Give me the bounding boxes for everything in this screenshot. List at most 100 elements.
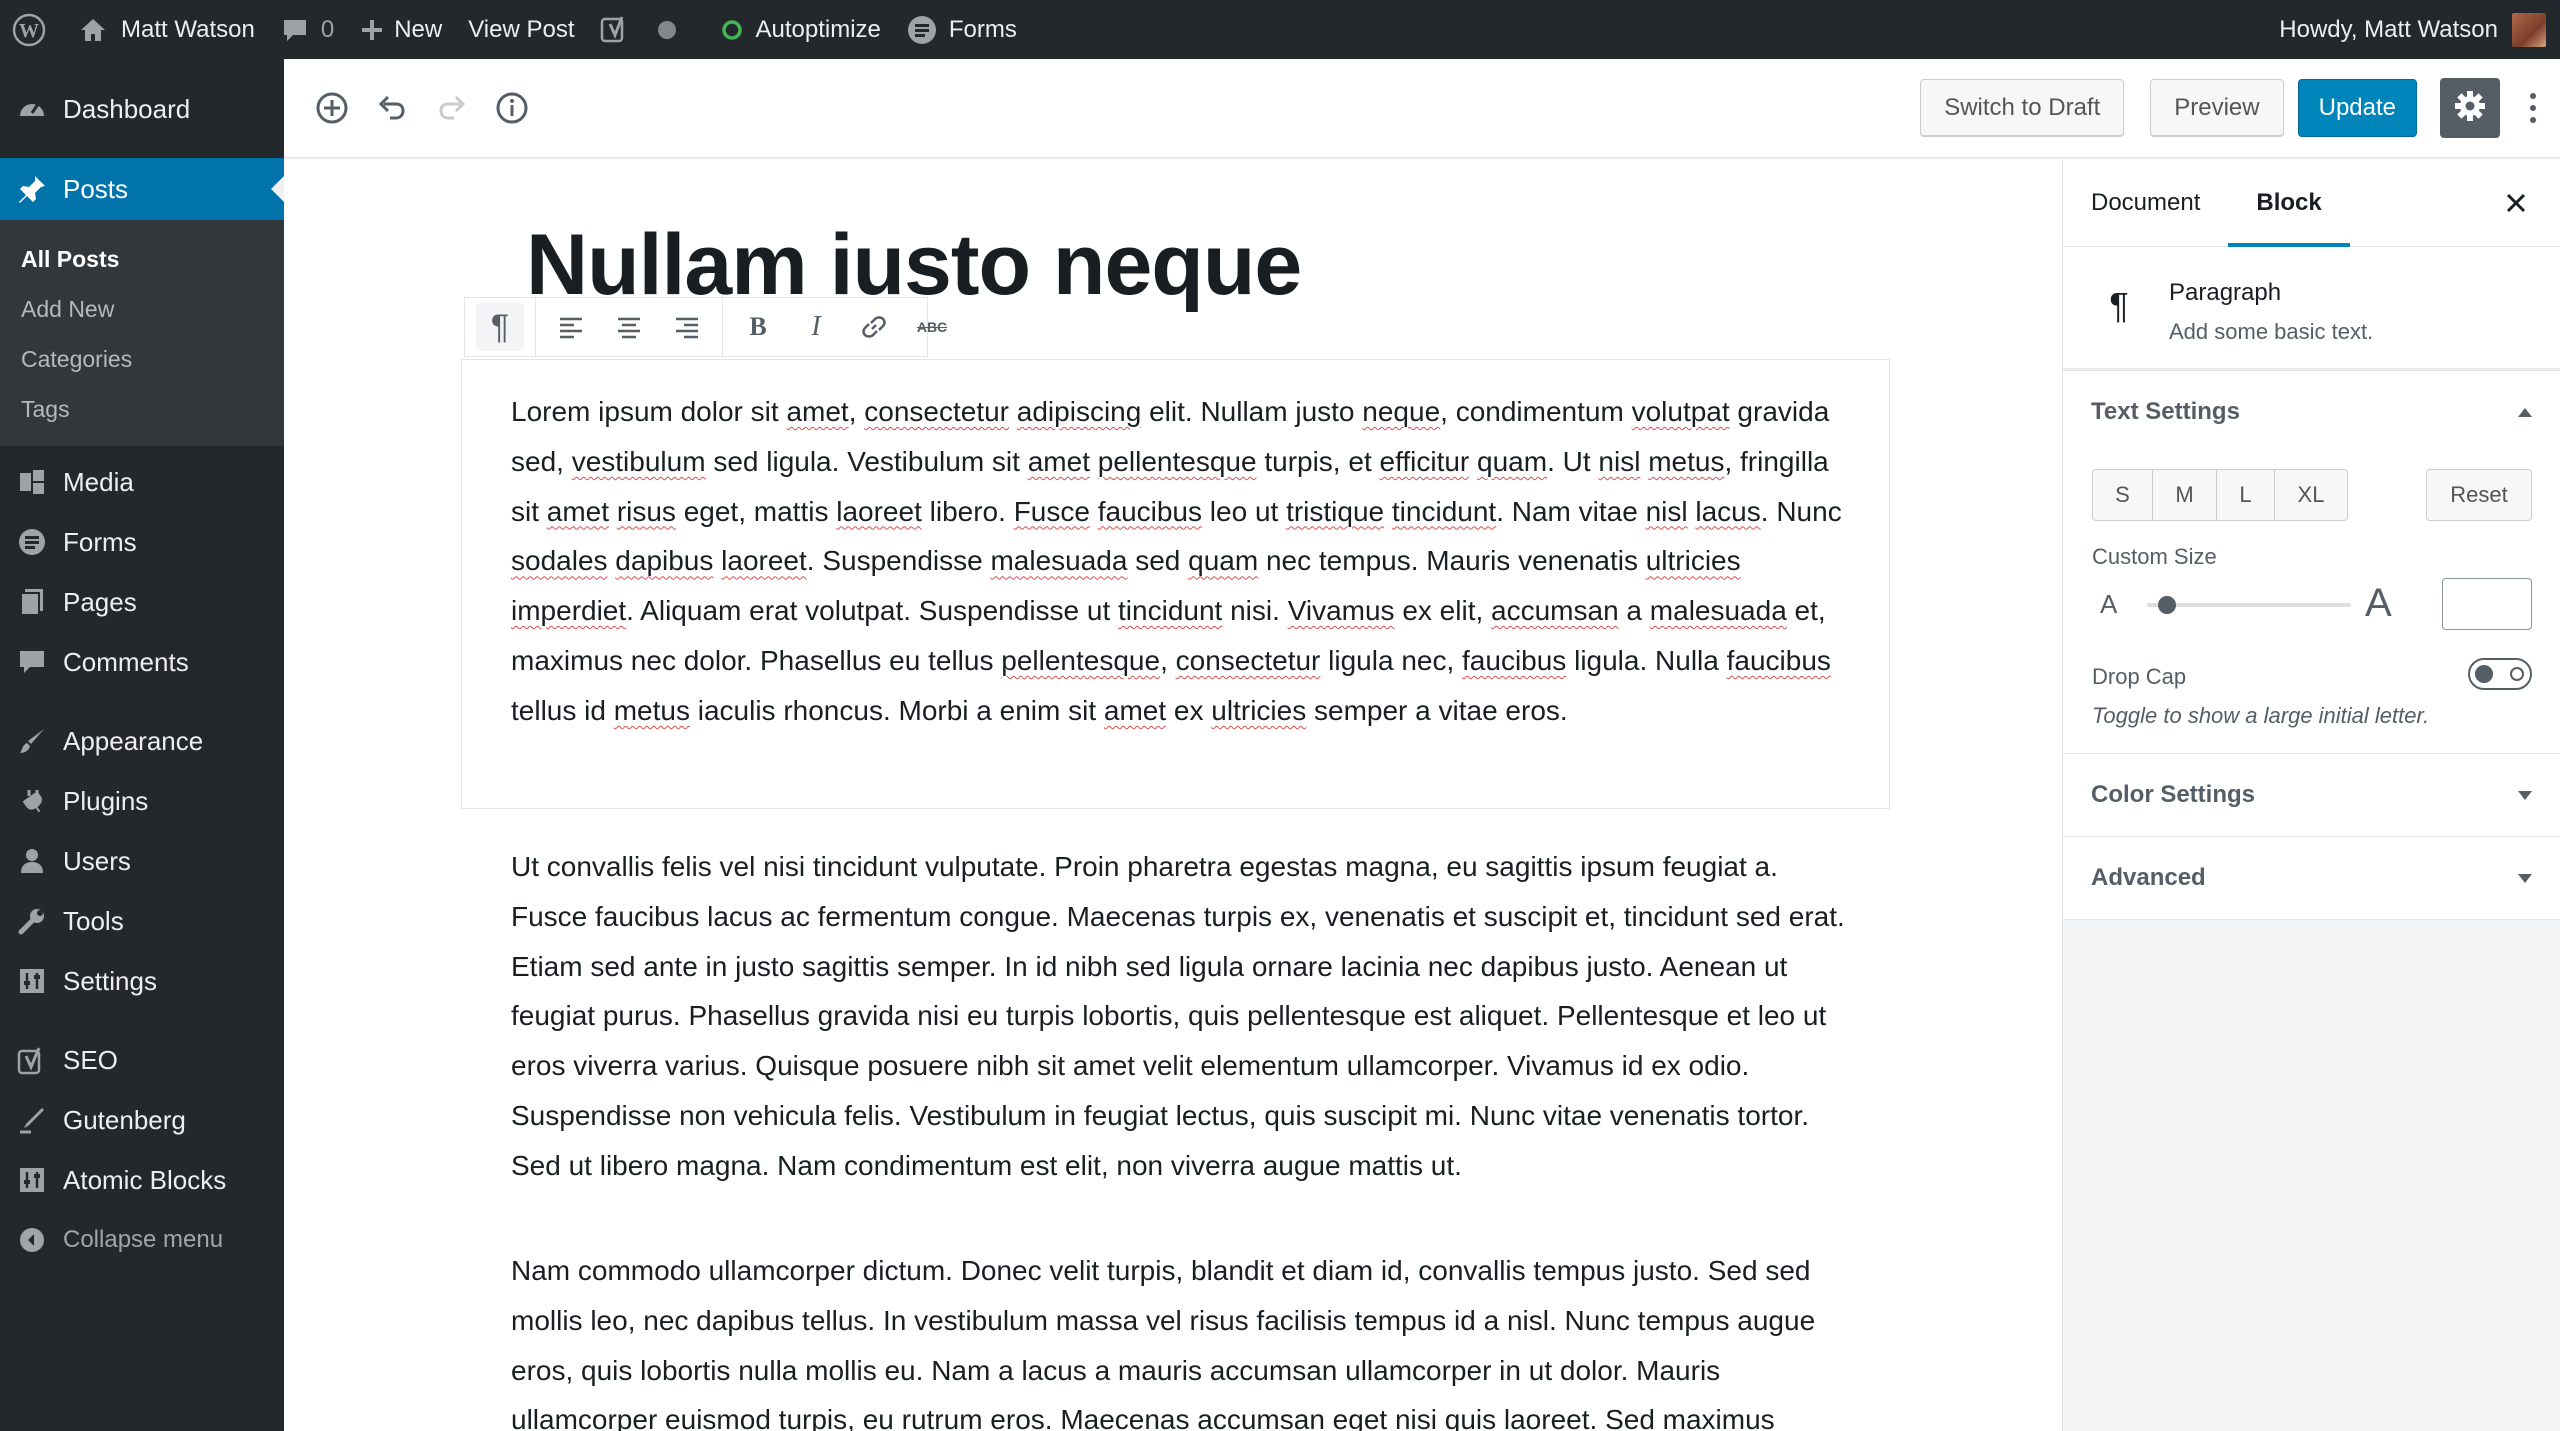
status-dot-icon[interactable] xyxy=(643,0,691,59)
chevron-down-icon xyxy=(2518,873,2532,883)
paragraph-block[interactable]: Ut convallis felis vel nisi tincidunt vu… xyxy=(511,842,1861,1191)
add-block-icon[interactable] xyxy=(310,86,354,130)
sidebar-item-comments[interactable]: Comments xyxy=(0,632,284,692)
new-content-link[interactable]: New xyxy=(347,0,455,59)
sidebar-item-tools[interactable]: Tools xyxy=(0,891,284,951)
sidebar-item-label: Gutenberg xyxy=(63,1104,186,1135)
bold-icon[interactable]: B xyxy=(734,303,782,351)
italic-glyph: I xyxy=(811,311,821,342)
custom-size-slider-thumb[interactable] xyxy=(2158,596,2176,614)
block-name: Paragraph xyxy=(2169,279,2282,306)
strikethrough-glyph: ABC xyxy=(916,319,948,335)
drop-cap-help: Toggle to show a large initial letter. xyxy=(2092,703,2430,728)
view-post-link[interactable]: View Post xyxy=(455,0,587,59)
strikethrough-icon[interactable]: ABC xyxy=(908,303,956,351)
sidebar-item-label: Pages xyxy=(63,586,137,617)
pages-icon xyxy=(17,587,47,617)
atomic-blocks-icon xyxy=(17,1165,47,1195)
redo-icon[interactable] xyxy=(430,86,474,130)
switch-to-draft-button[interactable]: Switch to Draft xyxy=(1920,79,2125,137)
forms-icon xyxy=(907,15,937,45)
large-a-label: A xyxy=(2365,581,2392,625)
update-button[interactable]: Update xyxy=(2297,79,2417,137)
sidebar-item-label: Comments xyxy=(63,646,189,677)
paragraph-icon: ¶ xyxy=(2109,285,2129,326)
sidebar-item-seo[interactable]: SEO xyxy=(0,1030,284,1090)
collapse-icon xyxy=(17,1225,47,1255)
undo-icon[interactable] xyxy=(370,86,414,130)
sidebar-item-label: SEO xyxy=(63,1044,118,1075)
paragraph-block-selected[interactable]: Lorem ipsum dolor sit amet, consectetur … xyxy=(511,387,1861,736)
sidebar-item-label: Forms xyxy=(63,526,137,557)
size-button-l[interactable]: L xyxy=(2217,470,2275,520)
paragraph-icon: ¶ xyxy=(490,307,510,346)
block-toolbar: ¶ B I ABC xyxy=(464,297,947,357)
tools-icon xyxy=(17,906,47,936)
chevron-up-icon xyxy=(2518,407,2532,417)
forms-icon xyxy=(17,527,47,557)
forms-link[interactable]: Forms xyxy=(894,0,1030,59)
submenu-all-posts[interactable]: All Posts xyxy=(0,234,284,284)
align-left-icon[interactable] xyxy=(547,303,595,351)
more-icon[interactable] xyxy=(2520,93,2546,123)
block-type-button[interactable]: ¶ xyxy=(476,303,524,351)
sidebar-item-label: Users xyxy=(63,845,131,876)
sidebar-item-settings[interactable]: Settings xyxy=(0,951,284,1011)
close-icon[interactable] xyxy=(2502,189,2530,217)
size-button-s[interactable]: S xyxy=(2093,470,2153,520)
tab-block[interactable]: Block xyxy=(2228,159,2350,247)
editor-content: Nullam iusto neque ¶ B I ABC Lorem ipsum xyxy=(284,159,2062,1431)
sidebar-item-label: Atomic Blocks xyxy=(63,1164,227,1195)
drop-cap-label: Drop Cap xyxy=(2092,664,2187,689)
sidebar-item-pages[interactable]: Pages xyxy=(0,572,284,632)
paragraph-tail: a vitae eros. xyxy=(1415,694,1568,726)
view-post-label: View Post xyxy=(468,15,575,43)
submenu-categories[interactable]: Categories xyxy=(0,334,284,384)
wordpress-logo-icon[interactable]: W xyxy=(0,0,59,59)
tab-document[interactable]: Document xyxy=(2063,159,2228,247)
paragraph-block[interactable]: Nam commodo ullamcorper dictum. Donec ve… xyxy=(511,1246,1861,1431)
submenu-add-new[interactable]: Add New xyxy=(0,284,284,334)
align-right-icon[interactable] xyxy=(663,303,711,351)
color-settings-toggle[interactable]: Color Settings xyxy=(2063,754,2560,836)
reset-button[interactable]: Reset xyxy=(2426,469,2532,521)
sidebar-item-atomic-blocks[interactable]: Atomic Blocks xyxy=(0,1150,284,1210)
sidebar-item-users[interactable]: Users xyxy=(0,831,284,891)
settings-toggle-button[interactable] xyxy=(2440,78,2500,138)
color-settings-panel: Color Settings xyxy=(2063,754,2560,837)
yoast-icon[interactable] xyxy=(587,0,643,59)
sidebar-item-appearance[interactable]: Appearance xyxy=(0,711,284,771)
advanced-toggle[interactable]: Advanced xyxy=(2063,837,2560,919)
preview-button[interactable]: Preview xyxy=(2150,79,2284,137)
link-icon[interactable] xyxy=(850,303,898,351)
drop-cap-toggle[interactable] xyxy=(2468,658,2532,690)
site-name-link[interactable]: Matt Watson xyxy=(59,0,268,59)
appearance-icon xyxy=(17,726,47,756)
submenu-tags[interactable]: Tags xyxy=(0,384,284,434)
seo-icon xyxy=(17,1045,47,1075)
size-button-xl[interactable]: XL xyxy=(2275,470,2347,520)
autoptimize-link[interactable]: Autoptimize xyxy=(691,0,893,59)
custom-size-slider-track[interactable] xyxy=(2147,603,2351,607)
sidebar-item-forms[interactable]: Forms xyxy=(0,512,284,572)
custom-size-label: Custom Size xyxy=(2092,544,2217,569)
italic-icon[interactable]: I xyxy=(792,303,840,351)
comments-link[interactable]: 0 xyxy=(268,0,347,59)
info-icon[interactable] xyxy=(490,86,534,130)
custom-size-input[interactable] xyxy=(2442,578,2532,630)
sidebar-item-gutenberg[interactable]: Gutenberg xyxy=(0,1090,284,1150)
align-center-icon[interactable] xyxy=(605,303,653,351)
editor-header: Switch to Draft Preview Update xyxy=(284,59,2560,158)
sidebar-item-media[interactable]: Media xyxy=(0,452,284,512)
size-button-m[interactable]: M xyxy=(2153,470,2217,520)
sidebar-item-label: Collapse menu xyxy=(63,1226,224,1253)
sidebar-item-dashboard[interactable]: Dashboard xyxy=(0,79,284,139)
sidebar-item-posts[interactable]: Posts xyxy=(0,158,284,220)
text-settings-toggle[interactable]: Text Settings xyxy=(2063,371,2560,453)
sidebar-item-plugins[interactable]: Plugins xyxy=(0,771,284,831)
my-account-link[interactable]: Howdy, Matt Watson xyxy=(2266,0,2560,59)
new-label: New xyxy=(394,15,443,43)
dashboard-icon xyxy=(17,94,47,124)
autoptimize-icon xyxy=(721,19,743,41)
collapse-menu-button[interactable]: Collapse menu xyxy=(0,1210,284,1270)
